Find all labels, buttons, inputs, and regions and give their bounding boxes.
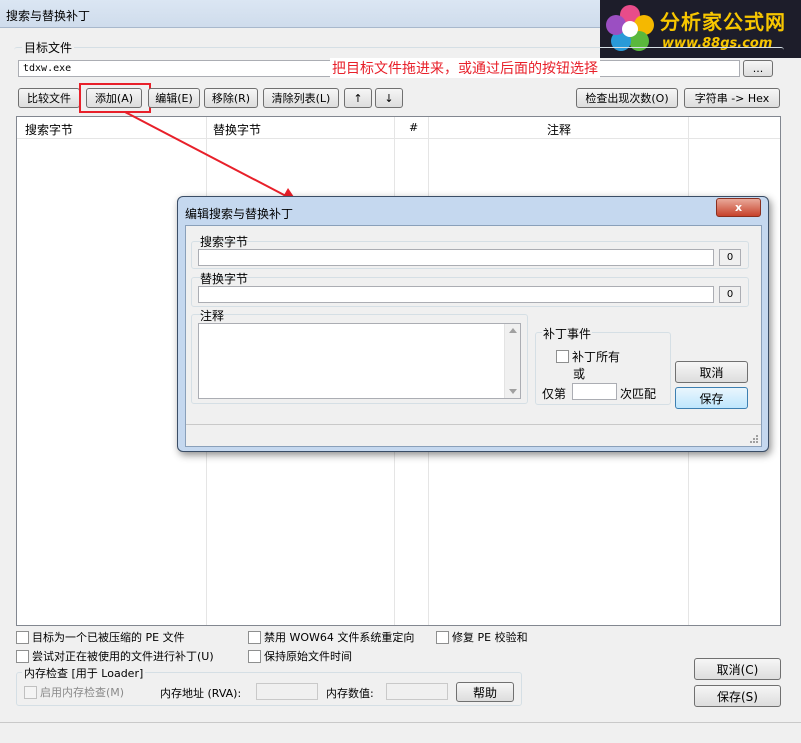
disable-wow64-checkbox[interactable]: 禁用 WOW64 文件系统重定向 bbox=[248, 629, 414, 645]
only-prefix-label: 仅第 bbox=[542, 387, 567, 401]
disable-wow64-label: 禁用 WOW64 文件系统重定向 bbox=[264, 631, 415, 644]
dialog-body: 搜索字节 0 替换字节 0 注释 补丁事件 补丁所有 或 仅第 次匹配 取消 保… bbox=[185, 225, 762, 447]
only-suffix-label: 次匹配 bbox=[620, 387, 657, 401]
comment-label: 注释 bbox=[200, 309, 225, 323]
search-bytes-input[interactable] bbox=[198, 249, 714, 266]
compressed-pe-checkbox[interactable]: 目标为一个已被压缩的 PE 文件 bbox=[16, 629, 185, 645]
fix-checksum-check-icon[interactable] bbox=[436, 630, 449, 644]
compare-button[interactable]: 比较文件 bbox=[18, 88, 80, 108]
memory-address-input[interactable] bbox=[256, 683, 318, 700]
check-occurrences-button[interactable]: 检查出现次数(O) bbox=[576, 88, 678, 108]
column-header-comment[interactable]: 注释 bbox=[547, 121, 571, 138]
compressed-pe-check-icon[interactable] bbox=[16, 630, 29, 644]
edit-button[interactable]: 编辑(E) bbox=[148, 88, 200, 108]
replace-bytes-label: 替换字节 bbox=[200, 272, 249, 286]
resize-grip-icon[interactable] bbox=[749, 434, 759, 444]
memory-data-input[interactable] bbox=[386, 683, 448, 700]
keep-time-label: 保持原始文件时间 bbox=[264, 650, 352, 663]
remove-button[interactable]: 移除(R) bbox=[204, 88, 258, 108]
logo-name: 分析家公式网 bbox=[660, 10, 786, 34]
edit-patch-dialog: 编辑搜索与替换补丁 x 搜索字节 0 替换字节 0 注释 补丁事件 补丁所有 或… bbox=[177, 196, 769, 452]
or-label: 或 bbox=[573, 367, 586, 381]
window-title: 搜索与替换补丁 bbox=[6, 9, 91, 23]
string-to-hex-button[interactable]: 字符串 -> Hex bbox=[684, 88, 780, 108]
annotation-text: 把目标文件拖进来，或通过后面的按钮选择 bbox=[330, 58, 600, 78]
table-header bbox=[17, 117, 780, 139]
patch-event-label: 补丁事件 bbox=[542, 325, 593, 342]
fix-checksum-label: 修复 PE 校验和 bbox=[452, 631, 528, 644]
enable-memory-check-checkbox[interactable]: 启用内存检查(M) bbox=[24, 684, 124, 700]
scroll-up-icon[interactable] bbox=[509, 328, 517, 333]
clear-list-button[interactable]: 清除列表(L) bbox=[263, 88, 339, 108]
dialog-status-bar bbox=[186, 424, 761, 446]
browse-button[interactable]: ... bbox=[743, 60, 773, 77]
memory-check-label: 内存检查 [用于 Loader] bbox=[22, 665, 146, 681]
search-bytes-label: 搜索字节 bbox=[200, 235, 249, 249]
target-file-label: 目标文件 bbox=[22, 39, 75, 56]
memory-address-label: 内存地址 (RVA): bbox=[160, 687, 242, 700]
replace-bytes-count: 0 bbox=[719, 286, 741, 303]
help-button[interactable]: 帮助 bbox=[456, 682, 514, 702]
add-button-highlight bbox=[79, 83, 151, 113]
column-header-replace[interactable]: 替换字节 bbox=[213, 121, 261, 138]
cancel-button[interactable]: 取消(C) bbox=[694, 658, 781, 680]
dialog-close-button[interactable]: x bbox=[716, 198, 761, 217]
keep-time-checkbox[interactable]: 保持原始文件时间 bbox=[248, 648, 352, 664]
comment-scrollbar[interactable] bbox=[504, 324, 520, 398]
memory-data-label: 内存数值: bbox=[326, 687, 374, 700]
move-up-button[interactable]: ↑ bbox=[344, 88, 372, 108]
enable-memory-check-label: 启用内存检查(M) bbox=[40, 686, 125, 699]
column-header-search[interactable]: 搜索字节 bbox=[25, 121, 73, 138]
dialog-title: 编辑搜索与替换补丁 bbox=[185, 207, 294, 221]
dialog-cancel-button[interactable]: 取消 bbox=[675, 361, 748, 383]
patch-all-checkbox[interactable]: 补丁所有 bbox=[556, 348, 620, 365]
scroll-down-icon[interactable] bbox=[509, 389, 517, 394]
disable-wow64-check-icon[interactable] bbox=[248, 630, 261, 644]
comment-textarea[interactable] bbox=[198, 323, 521, 399]
patch-in-use-label: 尝试对正在被使用的文件进行补丁(U) bbox=[32, 650, 214, 663]
only-match-input[interactable] bbox=[572, 383, 617, 400]
compressed-pe-label: 目标为一个已被压缩的 PE 文件 bbox=[32, 631, 185, 644]
search-bytes-count: 0 bbox=[719, 249, 741, 266]
column-header-count[interactable]: # bbox=[409, 121, 418, 134]
save-button[interactable]: 保存(S) bbox=[694, 685, 781, 707]
patch-all-check-icon[interactable] bbox=[556, 350, 569, 363]
patch-all-label: 补丁所有 bbox=[572, 350, 621, 364]
replace-bytes-input[interactable] bbox=[198, 286, 714, 303]
keep-time-check-icon[interactable] bbox=[248, 649, 261, 663]
dialog-save-button[interactable]: 保存 bbox=[675, 387, 748, 409]
status-bar bbox=[0, 722, 801, 743]
enable-memory-check-icon[interactable] bbox=[24, 685, 37, 699]
patch-in-use-check-icon[interactable] bbox=[16, 649, 29, 663]
move-down-button[interactable]: ↓ bbox=[375, 88, 403, 108]
patch-in-use-checkbox[interactable]: 尝试对正在被使用的文件进行补丁(U) bbox=[16, 648, 214, 664]
fix-checksum-checkbox[interactable]: 修复 PE 校验和 bbox=[436, 629, 528, 645]
